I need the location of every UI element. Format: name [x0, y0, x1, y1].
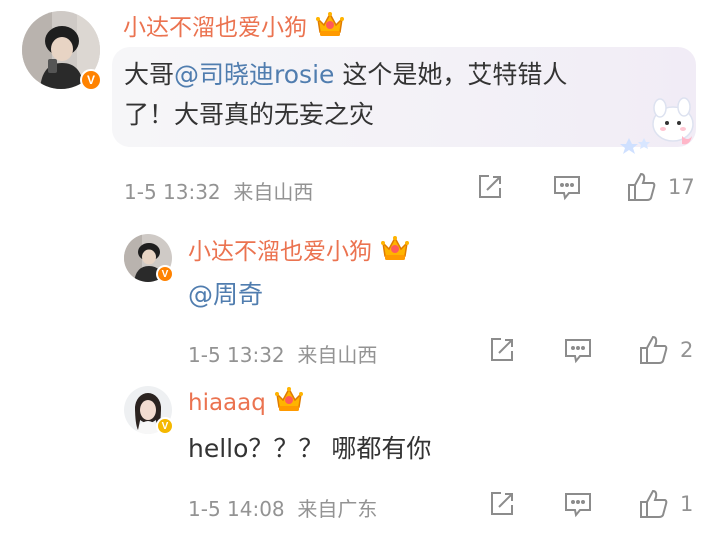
like-count: 2: [680, 338, 694, 362]
reply-meta: 1-5 14:08 来自广东: [188, 493, 377, 522]
like-count: 1: [680, 492, 694, 516]
reply-time: 1-5 14:08: [188, 497, 285, 521]
like-count: 17: [668, 175, 695, 199]
bunny-sticker-icon: [618, 96, 698, 156]
comment-text-line2: 了！大哥真的无妄之灾: [124, 100, 375, 129]
comment-text: 大哥@司晓迪rosie 这个是她，艾特错人 了！大哥真的无妄之灾: [124, 55, 567, 135]
reply-meta: 1-5 13:32 来自山西: [188, 339, 377, 368]
crown-badge-icon: [274, 385, 304, 419]
mention-link[interactable]: @司晓迪rosie: [174, 60, 334, 89]
share-icon: [491, 492, 513, 515]
avatar[interactable]: V: [22, 11, 102, 91]
like-icon: [628, 172, 656, 201]
comment-meta: 1-5 13:32 来自山西: [124, 176, 313, 205]
reply-button[interactable]: [563, 336, 593, 364]
crown-badge-icon: [315, 10, 345, 44]
verified-v-icon: V: [156, 265, 174, 283]
share-button[interactable]: [476, 173, 504, 201]
share-icon: [491, 338, 513, 361]
reply-username-label: hiaaaq: [188, 390, 266, 416]
like-button[interactable]: 17: [626, 171, 695, 203]
comment-location: 来自山西: [233, 180, 314, 204]
username-label: 小达不溜也爱小狗: [123, 15, 307, 41]
comment-icon: [565, 493, 591, 518]
reply-button[interactable]: [563, 490, 593, 518]
comment-username[interactable]: 小达不溜也爱小狗: [123, 8, 345, 44]
comment-time: 1-5 13:32: [124, 180, 221, 204]
like-button[interactable]: 1: [638, 488, 693, 520]
share-icon: [479, 175, 501, 198]
reply-button[interactable]: [552, 173, 582, 201]
like-icon: [640, 335, 668, 364]
comment-text-prefix: 大哥: [124, 60, 175, 89]
share-button[interactable]: [488, 490, 516, 518]
comment-text-suffix: 这个是她，艾特错人: [334, 60, 568, 89]
like-button[interactable]: 2: [638, 334, 693, 366]
share-button[interactable]: [488, 336, 516, 364]
reply-username-label: 小达不溜也爱小狗: [188, 239, 372, 265]
verified-v-icon: V: [156, 417, 174, 435]
comment-icon: [554, 176, 580, 201]
reply-avatar[interactable]: V: [124, 386, 174, 435]
like-icon: [640, 489, 668, 518]
crown-badge-icon: [380, 234, 410, 268]
reply-location: 来自山西: [297, 343, 378, 367]
reply-time: 1-5 13:32: [188, 343, 285, 367]
reply-username[interactable]: hiaaaq: [188, 385, 304, 419]
reply-username[interactable]: 小达不溜也爱小狗: [188, 232, 410, 268]
reply-avatar[interactable]: V: [124, 234, 174, 283]
reply-location: 来自广东: [297, 497, 378, 521]
verified-v-icon: V: [80, 69, 102, 91]
comment-icon: [565, 339, 591, 364]
reply-text: @周奇: [188, 275, 263, 315]
reply-text: hello？？？ 哪都有你: [188, 434, 432, 463]
mention-link[interactable]: @周奇: [188, 280, 263, 309]
